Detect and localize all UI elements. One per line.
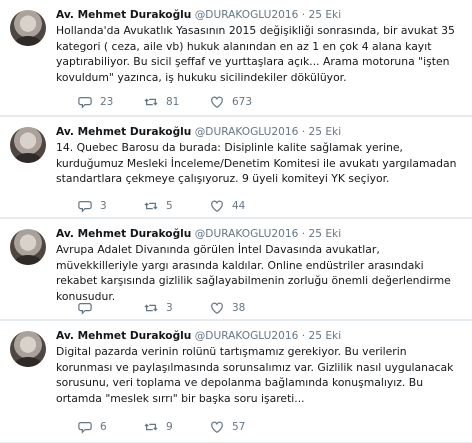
tweet-text: Hollanda'da Avukatlık Yasasının 2015 değ…: [56, 24, 455, 84]
retweet-button[interactable]: 9: [144, 419, 173, 435]
retweet-icon: [144, 98, 158, 106]
tweet-date[interactable]: 25 Eki: [309, 330, 342, 342]
tweet-card[interactable]: Av. Mehmet Durakoğlu @DURAKOGLU2016 · 25…: [0, 0, 472, 116]
author-name[interactable]: Av. Mehmet Durakoğlu: [56, 228, 191, 240]
retweet-button[interactable]: 3: [144, 300, 173, 316]
separator-dot: ·: [301, 228, 306, 240]
like-count: 38: [232, 302, 246, 314]
tweet-header: Av. Mehmet Durakoğlu @DURAKOGLU2016 · 25…: [56, 8, 462, 22]
retweet-button[interactable]: 5: [144, 198, 173, 214]
like-button[interactable]: 673: [210, 94, 252, 110]
avatar-shoulders: [14, 357, 42, 367]
like-count: 44: [232, 200, 246, 212]
reply-button[interactable]: 3: [78, 198, 107, 214]
tweet-card[interactable]: Av. Mehmet Durakoğlu @DURAKOGLU2016 · 25…: [0, 219, 472, 320]
retweet-button[interactable]: 81: [144, 94, 179, 110]
tweet-card[interactable]: Av. Mehmet Durakoğlu @DURAKOGLU2016 · 25…: [0, 321, 472, 443]
tweet-text: Digital pazarda verinin rolünü tartışmam…: [56, 345, 454, 405]
retweet-count: 3: [166, 302, 173, 314]
author-handle[interactable]: @DURAKOGLU2016: [195, 9, 299, 21]
author-handle[interactable]: @DURAKOGLU2016: [195, 330, 299, 342]
heart-icon: [211, 200, 223, 212]
avatar-shoulders: [14, 255, 42, 265]
reply-count: 3: [100, 200, 107, 212]
retweet-icon: [144, 304, 158, 312]
avatar[interactable]: [10, 127, 46, 163]
like-button[interactable]: 44: [210, 198, 245, 214]
reply-icon: [78, 303, 92, 315]
avatar[interactable]: [10, 331, 46, 367]
like-count: 673: [232, 96, 253, 108]
separator-dot: ·: [301, 330, 306, 342]
reply-count: 6: [100, 421, 107, 433]
separator-dot: ·: [301, 9, 306, 21]
reply-icon: [78, 422, 92, 434]
avatar-shoulders: [14, 153, 42, 163]
reply-button[interactable]: [78, 300, 100, 316]
retweet-count: 9: [166, 421, 173, 433]
tweet-actions: 3 5 44: [22, 198, 422, 214]
like-count: 57: [232, 421, 246, 433]
separator-dot: ·: [301, 126, 306, 138]
retweet-count: 5: [166, 200, 173, 212]
retweet-icon: [144, 202, 158, 210]
reply-icon: [78, 97, 92, 109]
tweet-card[interactable]: Av. Mehmet Durakoğlu @DURAKOGLU2016 · 25…: [0, 117, 472, 218]
tweet-date[interactable]: 25 Eki: [309, 126, 342, 138]
like-button[interactable]: 57: [210, 419, 245, 435]
tweet-actions: 6 9 57: [22, 419, 422, 435]
tweet-header: Av. Mehmet Durakoğlu @DURAKOGLU2016 · 25…: [56, 227, 462, 241]
author-handle[interactable]: @DURAKOGLU2016: [195, 126, 299, 138]
reply-icon: [78, 201, 92, 213]
tweet-date[interactable]: 25 Eki: [309, 228, 342, 240]
reply-count: 23: [100, 96, 114, 108]
tweet-header: Av. Mehmet Durakoğlu @DURAKOGLU2016 · 25…: [56, 125, 462, 139]
tweet-text: Avrupa Adalet Divanında görülen İntel Da…: [56, 243, 451, 303]
avatar[interactable]: [10, 10, 46, 46]
author-name[interactable]: Av. Mehmet Durakoğlu: [56, 126, 191, 138]
author-name[interactable]: Av. Mehmet Durakoğlu: [56, 9, 191, 21]
avatar[interactable]: [10, 229, 46, 265]
tweet-text: 14. Quebec Barosu da burada: Disiplinle …: [56, 141, 457, 185]
reply-button[interactable]: 6: [78, 419, 107, 435]
tweet-header: Av. Mehmet Durakoğlu @DURAKOGLU2016 · 25…: [56, 329, 462, 343]
tweet-actions: 3 38: [22, 300, 422, 316]
heart-icon: [211, 302, 223, 314]
heart-icon: [211, 421, 223, 433]
tweet-actions: 23 81 673: [22, 94, 422, 110]
heart-icon: [211, 96, 223, 108]
author-name[interactable]: Av. Mehmet Durakoğlu: [56, 330, 191, 342]
author-handle[interactable]: @DURAKOGLU2016: [195, 228, 299, 240]
avatar-shoulders: [14, 36, 42, 46]
tweet-feed: Av. Mehmet Durakoğlu @DURAKOGLU2016 · 25…: [0, 0, 472, 443]
tweet-date[interactable]: 25 Eki: [309, 9, 342, 21]
retweet-icon: [144, 423, 158, 431]
reply-button[interactable]: 23: [78, 94, 113, 110]
retweet-count: 81: [166, 96, 180, 108]
like-button[interactable]: 38: [210, 300, 245, 316]
